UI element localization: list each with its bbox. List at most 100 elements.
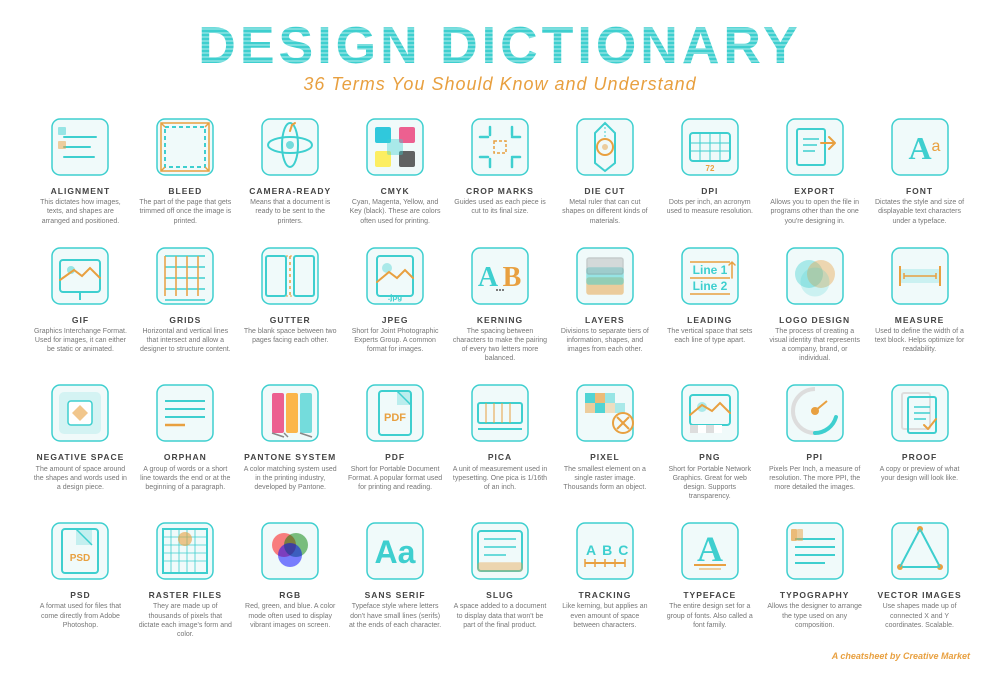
term-card-pantone-system: PANTONE SYSTEMA color matching system us… [240, 373, 341, 505]
term-card-gif: GIF Graphics Interchange Format. Used for… [30, 236, 131, 368]
term-card-die-cut: DIE CUTMetal ruler that can cut shapes o… [554, 107, 655, 230]
term-icon-3 [359, 111, 431, 183]
term-icon-2 [254, 111, 326, 183]
term-card-pica: PICAA unit of measurement used in typese… [450, 373, 551, 505]
term-desc: The amount of space around the shapes an… [33, 465, 128, 492]
term-icon-11 [254, 240, 326, 312]
term-name: DPI [701, 187, 718, 196]
term-icon-7 [779, 111, 851, 183]
term-card-proof: PROOF A copy or preview of what your desi… [869, 373, 970, 505]
svg-text:A: A [908, 130, 931, 166]
svg-text:Line 1: Line 1 [692, 263, 727, 277]
term-desc: The vertical space that sets each line o… [662, 327, 757, 345]
term-card-cmyk: CMYKCyan, Magenta, Yellow, and Key (blac… [345, 107, 446, 230]
main-title: DESIGN DICTIONARY [30, 20, 970, 72]
term-desc: This dictates how images, texts, and sha… [33, 198, 128, 225]
term-name: MEASURE [895, 316, 945, 325]
term-card-kerning: ABKERNINGThe spacing between characters … [450, 236, 551, 368]
term-card-leading: Line 1Line 2LEADINGThe vertical space th… [659, 236, 760, 368]
term-name: RASTER FILES [149, 591, 222, 600]
term-desc: A group of words or a short line towards… [138, 465, 233, 492]
footer-brand: Creative Market [903, 651, 970, 661]
term-name: DIE CUT [584, 187, 625, 196]
term-card-rgb: RGBRed, green, and blue. A color mode of… [240, 511, 341, 643]
term-name: PNG [699, 453, 720, 462]
term-desc: The spacing between characters to make t… [452, 327, 547, 363]
term-desc: A copy or preview of what your design wi… [872, 465, 967, 483]
term-card-alignment: ALIGNMENT This dictates how images, texts… [30, 107, 131, 230]
term-name: SANS SERIF [365, 591, 426, 600]
term-icon-26 [884, 377, 956, 449]
term-card-dpi: 72DPIDots per inch, an acronym used to m… [659, 107, 760, 230]
term-icon-9 [44, 240, 116, 312]
term-icon-18 [44, 377, 116, 449]
term-card-bleed: BLEED The part of the page that gets trim… [135, 107, 236, 230]
term-icon-23 [569, 377, 641, 449]
term-card-png: PNGShort for Portable Network Graphics. … [659, 373, 760, 505]
term-name: BLEED [168, 187, 202, 196]
term-name: JPEG [382, 316, 409, 325]
term-desc: A format used for files that come direct… [33, 602, 128, 629]
term-name: ORPHAN [164, 453, 207, 462]
term-name: ALIGNMENT [51, 187, 111, 196]
term-card-grids: GRIDS Horizontal and vertical lines that … [135, 236, 236, 368]
term-desc: Graphics Interchange Format. Used for im… [33, 327, 128, 354]
term-desc: Pixels Per Inch, a measure of resolution… [767, 465, 862, 492]
svg-text:72: 72 [705, 164, 714, 173]
term-name: GUTTER [270, 316, 311, 325]
page: DESIGN DICTIONARY 36 Terms You Should Kn… [0, 0, 1000, 681]
term-icon-17 [884, 240, 956, 312]
term-name: GRIDS [169, 316, 201, 325]
term-icon-16 [779, 240, 851, 312]
term-name: PROOF [902, 453, 937, 462]
term-name: GIF [72, 316, 89, 325]
term-icon-15: Line 1Line 2 [674, 240, 746, 312]
term-desc: A unit of measurement used in typesettin… [452, 465, 547, 492]
subtitle: 36 Terms You Should Know and Understand [30, 74, 970, 95]
term-card-typeface: ATYPEFACEThe entire design set for a gro… [659, 511, 760, 643]
term-card-jpeg: .jpgJPEGShort for Joint Photographic Exp… [345, 236, 446, 368]
term-name: PANTONE SYSTEM [244, 453, 336, 462]
term-icon-13: AB [464, 240, 536, 312]
term-card-gutter: GUTTER The blank space between two pages … [240, 236, 341, 368]
term-desc: The blank space between two pages facing… [243, 327, 338, 345]
term-icon-32: ABC [569, 515, 641, 587]
term-card-orphan: ORPHAN A group of words or a short line t… [135, 373, 236, 505]
svg-text:A: A [697, 529, 723, 569]
term-icon-24 [674, 377, 746, 449]
term-name: PIXEL [590, 453, 620, 462]
term-icon-27: PSD [44, 515, 116, 587]
term-name: TRACKING [578, 591, 631, 600]
term-name: CAMERA-READY [249, 187, 331, 196]
svg-text:PSD: PSD [70, 553, 91, 564]
term-name: PDF [385, 453, 405, 462]
term-icon-5 [569, 111, 641, 183]
term-icon-6: 72 [674, 111, 746, 183]
term-icon-33: A [674, 515, 746, 587]
term-icon-19 [149, 377, 221, 449]
term-desc: They are made up of thousands of pixels … [138, 602, 233, 638]
term-icon-1 [149, 111, 221, 183]
term-desc: Horizontal and vertical lines that inter… [138, 327, 233, 354]
term-name: CMYK [381, 187, 410, 196]
term-name: FONT [906, 187, 933, 196]
term-card-layers: LAYERSDivisions to separate tiers of inf… [554, 236, 655, 368]
term-card-logo-design: LOGO DESIGNThe process of creating a vis… [764, 236, 865, 368]
term-card-psd: PSDPSDA format used for files that come … [30, 511, 131, 643]
term-desc: The part of the page that gets trimmed o… [138, 198, 233, 225]
svg-text:A: A [478, 262, 499, 293]
term-card-camera-ready: CAMERA-READYMeans that a document is rea… [240, 107, 341, 230]
footer-text: A cheatsheet by [832, 651, 901, 661]
term-icon-8: Aa [884, 111, 956, 183]
term-card-measure: MEASUREUsed to define the width of a tex… [869, 236, 970, 368]
term-card-raster-files: RASTER FILES They are made up of thousand… [135, 511, 236, 643]
term-card-vector-images: VECTOR IMAGESUse shapes made up of conne… [869, 511, 970, 643]
term-icon-10 [149, 240, 221, 312]
term-icon-28 [149, 515, 221, 587]
term-desc: Allows you to open the file in programs … [767, 198, 862, 225]
term-desc: Use shapes made up of connected X and Y … [872, 602, 967, 629]
term-name: LAYERS [585, 316, 625, 325]
term-icon-12: .jpg [359, 240, 431, 312]
term-desc: The process of creating a visual identit… [767, 327, 862, 363]
term-card-export: EXPORTAllows you to open the file in pro… [764, 107, 865, 230]
